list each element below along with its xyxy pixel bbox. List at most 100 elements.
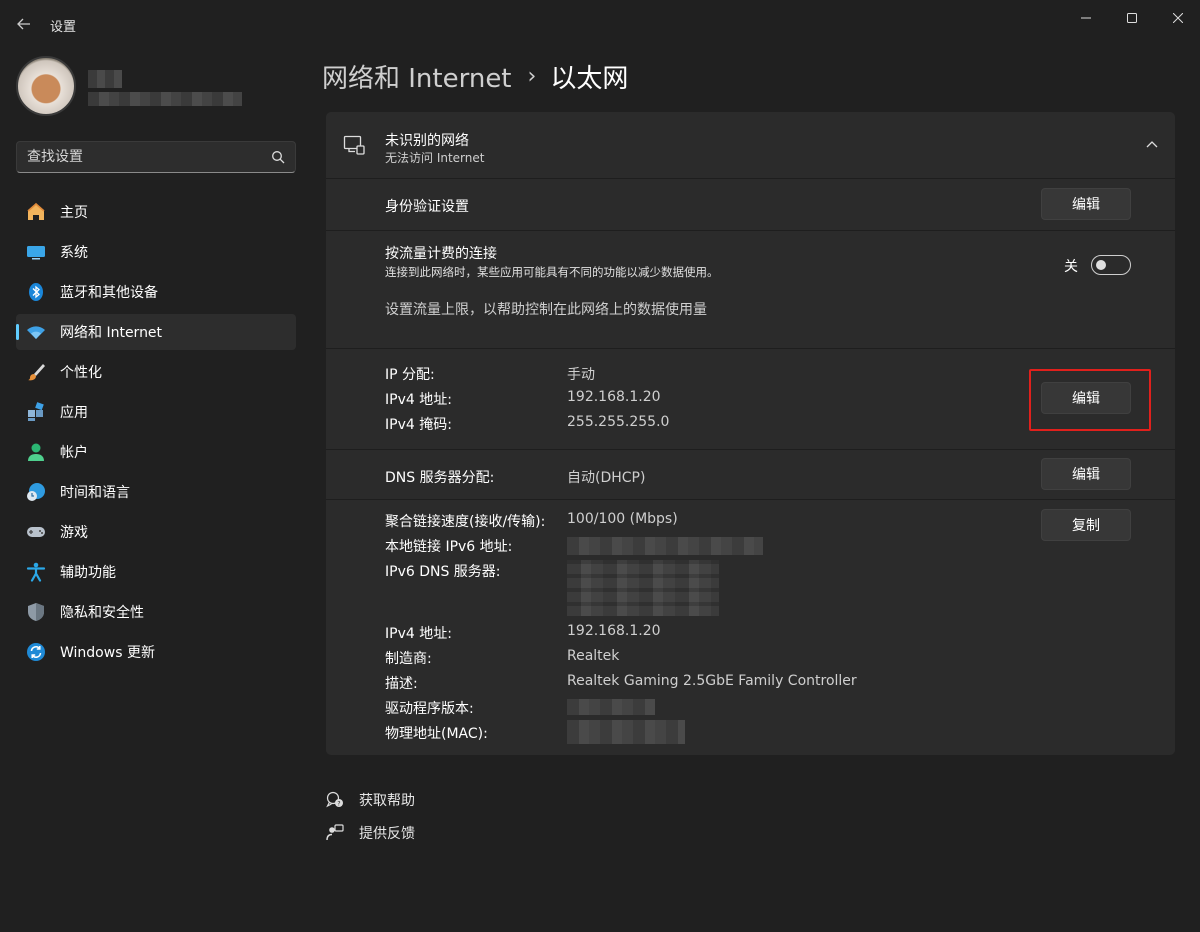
auth-edit-button[interactable]: 编辑 [1041, 188, 1131, 220]
sidebar-item-label: 帐户 [60, 445, 88, 461]
sidebar-item-label: 辅助功能 [60, 565, 116, 581]
sidebar-item-label: 游戏 [60, 525, 88, 541]
profile-email-redacted [88, 92, 242, 106]
feedback-link[interactable]: 提供反馈 [326, 823, 415, 843]
bluetooth-icon [26, 282, 46, 302]
minimize-icon [1081, 17, 1091, 19]
driver-version-label: 驱动程序版本: [385, 701, 474, 717]
avatar[interactable] [16, 56, 76, 116]
description-label: 描述: [385, 676, 418, 692]
breadcrumb-separator: › [527, 64, 537, 89]
ethernet-panel: 未识别的网络 无法访问 Internet 身份验证设置 编辑 按流量计费的连接 … [326, 112, 1175, 755]
sidebar-item-label: 系统 [60, 245, 88, 261]
sidebar-item-home[interactable]: 主页 [16, 194, 296, 230]
sidebar-item-label: Windows 更新 [60, 645, 155, 661]
maximize-button[interactable] [1112, 6, 1152, 30]
sidebar-item-apps[interactable]: 应用 [16, 394, 296, 430]
breadcrumb-parent[interactable]: 网络和 Internet [322, 58, 512, 95]
shield-icon [26, 602, 46, 622]
back-arrow-icon [17, 18, 30, 30]
svg-text:?: ? [337, 801, 340, 808]
mac-address-label: 物理地址(MAC): [385, 726, 488, 742]
link-speed-value: 100/100 (Mbps) [567, 511, 678, 527]
close-button[interactable] [1158, 6, 1198, 30]
sidebar-item-label: 主页 [60, 205, 88, 221]
search-icon[interactable] [271, 150, 285, 164]
account-icon [26, 442, 46, 462]
manufacturer-label: 制造商: [385, 651, 432, 667]
network-header[interactable]: 未识别的网络 无法访问 Internet [326, 112, 1175, 179]
dns-edit-button[interactable]: 编辑 [1041, 458, 1131, 490]
feedback-icon [326, 824, 344, 842]
ipv6-dns-redacted [567, 560, 719, 616]
network-status: 无法访问 Internet [385, 151, 485, 165]
sidebar-item-personalization[interactable]: 个性化 [16, 354, 296, 390]
ipv4-value: 192.168.1.20 [567, 389, 661, 405]
sidebar-item-label: 蓝牙和其他设备 [60, 285, 158, 301]
app-title: 设置 [50, 20, 77, 35]
sidebar-item-time-language[interactable]: 时间和语言 [16, 474, 296, 510]
sidebar-item-accounts[interactable]: 帐户 [16, 434, 296, 470]
network-name: 未识别的网络 [385, 133, 469, 149]
ip-assignment-label: IP 分配: [385, 367, 435, 383]
ip-assignment-value: 手动 [567, 367, 595, 383]
metered-title: 按流量计费的连接 [385, 246, 497, 262]
feedback-label: 提供反馈 [359, 826, 415, 842]
metered-description: 连接到此网络时，某些应用可能具有不同的功能以减少数据使用。 [385, 265, 719, 279]
get-help-label: 获取帮助 [359, 793, 415, 809]
sidebar-item-windows-update[interactable]: Windows 更新 [16, 634, 296, 670]
back-button[interactable] [10, 10, 38, 38]
sidebar-item-label: 个性化 [60, 365, 102, 381]
metered-row: 按流量计费的连接 连接到此网络时，某些应用可能具有不同的功能以减少数据使用。 关… [326, 231, 1175, 349]
metered-state-label: 关 [1064, 259, 1078, 275]
sidebar-nav: 主页 系统 蓝牙和其他设备 网络和 Internet 个性化 应用 帐户 时间和… [16, 194, 296, 674]
page-title: 以太网 [550, 64, 629, 94]
clock-globe-icon [26, 482, 46, 502]
accessibility-icon [26, 562, 46, 582]
close-icon [1173, 13, 1183, 23]
search-box [16, 141, 296, 173]
chevron-up-icon[interactable] [1145, 138, 1159, 152]
dns-value: 自动(DHCP) [567, 470, 646, 486]
metered-toggle[interactable] [1091, 255, 1131, 275]
minimize-button[interactable] [1066, 6, 1106, 30]
ethernet-icon [343, 135, 365, 155]
sidebar-item-system[interactable]: 系统 [16, 234, 296, 270]
toggle-knob [1096, 260, 1106, 270]
get-help-link[interactable]: ? 获取帮助 [326, 790, 415, 810]
ipv4-mask-label: IPv4 掩码: [385, 417, 452, 433]
sidebar-item-network[interactable]: 网络和 Internet [16, 314, 296, 350]
profile-name-redacted [88, 70, 122, 88]
driver-version-redacted [567, 699, 655, 715]
sidebar-item-gaming[interactable]: 游戏 [16, 514, 296, 550]
dns-label: DNS 服务器分配: [385, 470, 495, 486]
wifi-icon [26, 322, 46, 342]
sidebar-item-label: 时间和语言 [60, 485, 130, 501]
mac-address-redacted [567, 720, 685, 744]
home-icon [26, 202, 46, 222]
ipv4-label: IPv4 地址: [385, 392, 452, 408]
brush-icon [26, 362, 46, 382]
data-limit-link[interactable]: 设置流量上限，以帮助控制在此网络上的数据使用量 [385, 299, 707, 319]
ipv4-detail-label: IPv4 地址: [385, 626, 452, 642]
copy-button[interactable]: 复制 [1041, 509, 1131, 541]
sidebar-item-privacy[interactable]: 隐私和安全性 [16, 594, 296, 630]
sidebar-item-bluetooth[interactable]: 蓝牙和其他设备 [16, 274, 296, 310]
ipv4-detail-value: 192.168.1.20 [567, 623, 661, 639]
sidebar-item-label: 应用 [60, 405, 88, 421]
ipv6-dns-label: IPv6 DNS 服务器: [385, 564, 501, 580]
details-row: 复制 聚合链接速度(接收/传输): 100/100 (Mbps) 本地链接 IP… [326, 500, 1175, 755]
manufacturer-value: Realtek [567, 648, 620, 664]
auth-settings-row: 身份验证设置 编辑 [326, 179, 1175, 231]
auth-settings-label: 身份验证设置 [385, 199, 469, 215]
maximize-icon [1127, 13, 1137, 23]
highlight-box [1029, 369, 1151, 431]
ipv6-local-label: 本地链接 IPv6 地址: [385, 539, 513, 555]
sidebar-item-accessibility[interactable]: 辅助功能 [16, 554, 296, 590]
update-icon [26, 642, 46, 662]
system-icon [26, 242, 46, 262]
sidebar-item-label: 隐私和安全性 [60, 605, 144, 621]
apps-icon [26, 402, 46, 422]
search-input[interactable] [17, 142, 257, 172]
ipv4-mask-value: 255.255.255.0 [567, 414, 670, 430]
